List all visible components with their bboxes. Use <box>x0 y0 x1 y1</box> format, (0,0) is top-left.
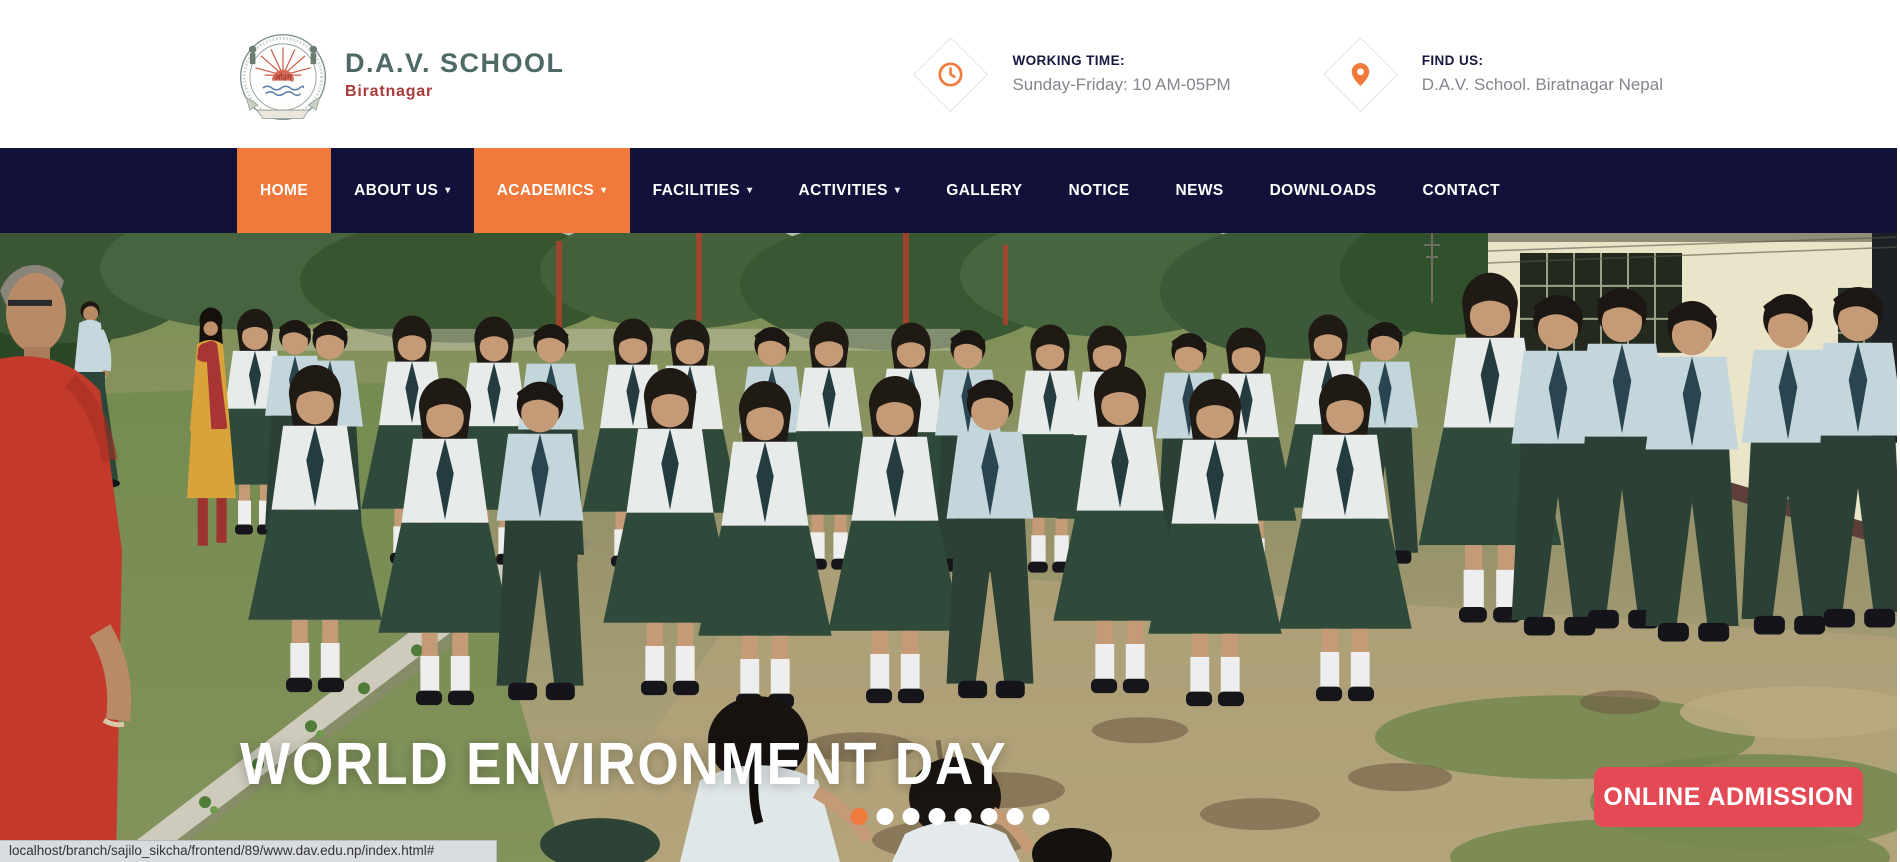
carousel-dot-4[interactable] <box>929 808 946 825</box>
nav-item-activities[interactable]: ACTIVITIES ▾ <box>776 148 924 233</box>
nav-item-label: ACADEMICS <box>497 182 594 200</box>
carousel-dots <box>851 808 1050 825</box>
online-admission-button[interactable]: ONLINE ADMISSION <box>1594 767 1863 827</box>
find-us-block: FIND US: D.A.V. School. Biratnagar Nepal <box>1323 37 1663 112</box>
nav-item-contact[interactable]: CONTACT <box>1400 148 1523 233</box>
find-us-value: D.A.V. School. Biratnagar Nepal <box>1422 75 1663 95</box>
status-bar-url: localhost/branch/sajilo_sikcha/frontend/… <box>0 840 497 862</box>
nav-item-academics[interactable]: ACADEMICS ▾ <box>474 148 630 233</box>
carousel-dot-2[interactable] <box>877 808 894 825</box>
school-location: Biratnagar <box>345 83 565 101</box>
nav-item-home[interactable]: HOME <box>237 148 331 233</box>
topbar: ओ३म् D.A.V. SCHOOL Biratnagar <box>0 0 1900 148</box>
working-time-label: WORKING TIME: <box>1012 53 1230 68</box>
working-time-value: Sunday-Friday: 10 AM-05PM <box>1012 75 1230 95</box>
hero-carousel: WORLD ENVIRONMENT DAY ONLINE ADMISSION <box>0 233 1900 862</box>
school-logo-emblem: ओ३म् <box>237 31 329 123</box>
chevron-down-icon: ▾ <box>601 185 606 196</box>
nav-item-label: NOTICE <box>1069 182 1130 200</box>
nav-item-label: GALLERY <box>946 182 1022 200</box>
nav-item-about-us[interactable]: ABOUT US ▾ <box>331 148 474 233</box>
find-us-label: FIND US: <box>1422 53 1663 68</box>
carousel-dot-3[interactable] <box>903 808 920 825</box>
main-nav: HOMEABOUT US▾ACADEMICS▾FACILITIES▾ACTIVI… <box>0 148 1900 233</box>
nav-item-label: ABOUT US <box>354 182 438 200</box>
nav-item-notice[interactable]: NOTICE <box>1046 148 1153 233</box>
nav-item-news[interactable]: NEWS <box>1152 148 1246 233</box>
nav-item-label: CONTACT <box>1423 182 1500 200</box>
carousel-dot-6[interactable] <box>981 808 998 825</box>
location-pin-icon <box>1323 37 1398 112</box>
chevron-down-icon: ▾ <box>747 185 752 196</box>
svg-text:ओ३म्: ओ३म् <box>274 72 294 83</box>
nav-item-downloads[interactable]: DOWNLOADS <box>1247 148 1400 233</box>
nav-item-label: ACTIVITIES <box>799 182 888 200</box>
carousel-dot-1[interactable] <box>851 808 868 825</box>
carousel-dot-7[interactable] <box>1007 808 1024 825</box>
chevron-down-icon: ▾ <box>895 185 900 196</box>
brand[interactable]: ओ३म् D.A.V. SCHOOL Biratnagar <box>237 25 565 123</box>
nav-item-label: FACILITIES <box>653 182 741 200</box>
carousel-dot-8[interactable] <box>1033 808 1050 825</box>
nav-item-label: NEWS <box>1175 182 1223 200</box>
chevron-down-icon: ▾ <box>445 185 450 196</box>
carousel-dot-5[interactable] <box>955 808 972 825</box>
school-name: D.A.V. SCHOOL <box>345 48 565 79</box>
clock-icon <box>913 37 988 112</box>
nav-item-label: HOME <box>260 182 308 200</box>
working-time-block: WORKING TIME: Sunday-Friday: 10 AM-05PM <box>913 37 1230 112</box>
nav-item-gallery[interactable]: GALLERY <box>923 148 1045 233</box>
nav-item-facilities[interactable]: FACILITIES ▾ <box>630 148 776 233</box>
slide-title: WORLD ENVIRONMENT DAY <box>240 730 1007 798</box>
nav-item-label: DOWNLOADS <box>1270 182 1377 200</box>
